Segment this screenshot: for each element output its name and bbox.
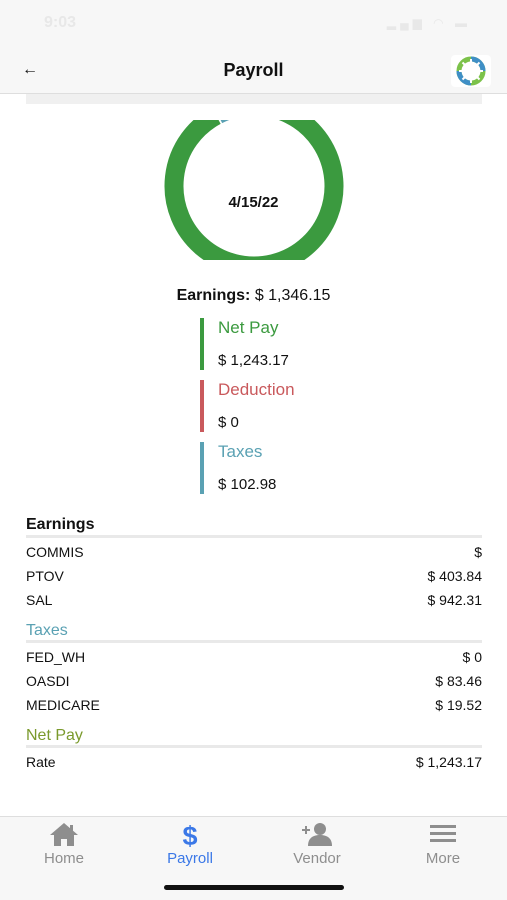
pay-date: 4/15/22 bbox=[228, 194, 279, 211]
row-label: COMMIS bbox=[26, 544, 84, 560]
legend-title: Net Pay bbox=[218, 318, 279, 337]
logo-icon bbox=[456, 56, 486, 86]
tab-label: More bbox=[425, 850, 461, 867]
row-value: $ 403.84 bbox=[427, 568, 483, 584]
divider bbox=[26, 745, 482, 748]
status-time: 9:03 bbox=[44, 14, 77, 31]
row-label: FED_WH bbox=[26, 649, 86, 665]
earnings-total: Earnings: $ 1,346.15 bbox=[0, 287, 507, 305]
divider bbox=[26, 535, 482, 538]
table-row: FED_WH $ 0 bbox=[26, 649, 482, 669]
row-label: MEDICARE bbox=[26, 697, 100, 713]
row-value: $ 19.52 bbox=[435, 697, 482, 713]
nav-bar: ← Payroll bbox=[0, 46, 507, 94]
legend-value: $ 1,243.17 bbox=[218, 352, 289, 369]
table-row: COMMIS $ bbox=[26, 544, 482, 564]
earnings-total-value: $ 1,346.15 bbox=[254, 287, 331, 304]
table-row: OASDI $ 83.46 bbox=[26, 673, 482, 693]
home-indicator bbox=[164, 885, 344, 890]
earnings-total-label: Earnings: bbox=[176, 287, 251, 304]
legend-bar bbox=[200, 318, 204, 370]
legend-title: Taxes bbox=[218, 442, 263, 461]
menu-icon bbox=[380, 821, 506, 849]
home-icon bbox=[1, 821, 127, 849]
status-bar: 9:03 ▂▄▆ ◠ ▬ bbox=[0, 0, 507, 46]
tab-label: Home bbox=[43, 850, 84, 867]
company-logo[interactable] bbox=[451, 55, 491, 87]
tab-label: Vendor bbox=[293, 850, 341, 867]
section-taxes-title: Taxes bbox=[26, 622, 68, 639]
legend-value: $ 0 bbox=[218, 414, 239, 431]
row-value: $ bbox=[474, 544, 482, 560]
pay-donut-chart bbox=[164, 120, 344, 260]
legend-value: $ 102.98 bbox=[218, 476, 277, 493]
add-user-icon bbox=[254, 821, 380, 849]
row-label: PTOV bbox=[26, 568, 64, 584]
table-row: PTOV $ 403.84 bbox=[26, 568, 482, 588]
divider bbox=[26, 640, 482, 643]
legend-bar bbox=[200, 380, 204, 432]
table-row: Rate $ 1,243.17 bbox=[26, 754, 482, 774]
legend-title: Deduction bbox=[218, 380, 295, 399]
row-value: $ 0 bbox=[462, 649, 482, 665]
row-label: Rate bbox=[26, 754, 56, 770]
row-label: OASDI bbox=[26, 673, 70, 689]
dollar-icon: $ bbox=[182, 821, 198, 851]
tab-vendor[interactable]: Vendor bbox=[254, 817, 380, 877]
row-label: SAL bbox=[26, 592, 53, 608]
row-value: $ 83.46 bbox=[435, 673, 482, 689]
tab-payroll[interactable]: $ Payroll bbox=[127, 817, 253, 877]
tab-home[interactable]: Home bbox=[1, 817, 127, 877]
section-earnings-title: Earnings bbox=[26, 516, 95, 533]
row-value: $ 942.31 bbox=[427, 592, 483, 608]
tab-label: Payroll bbox=[167, 850, 213, 867]
table-row: MEDICARE $ 19.52 bbox=[26, 697, 482, 717]
donut-slice-net-pay bbox=[164, 120, 344, 260]
header-strip bbox=[26, 94, 482, 104]
row-value: $ 1,243.17 bbox=[415, 754, 482, 770]
page-title: Payroll bbox=[223, 60, 284, 80]
table-row: SAL $ 942.31 bbox=[26, 592, 482, 612]
status-icons: ▂▄▆ ◠ ▬ bbox=[386, 16, 471, 30]
tab-more[interactable]: More bbox=[380, 817, 506, 877]
section-net-pay-title: Net Pay bbox=[26, 727, 83, 744]
legend-bar bbox=[200, 442, 204, 494]
